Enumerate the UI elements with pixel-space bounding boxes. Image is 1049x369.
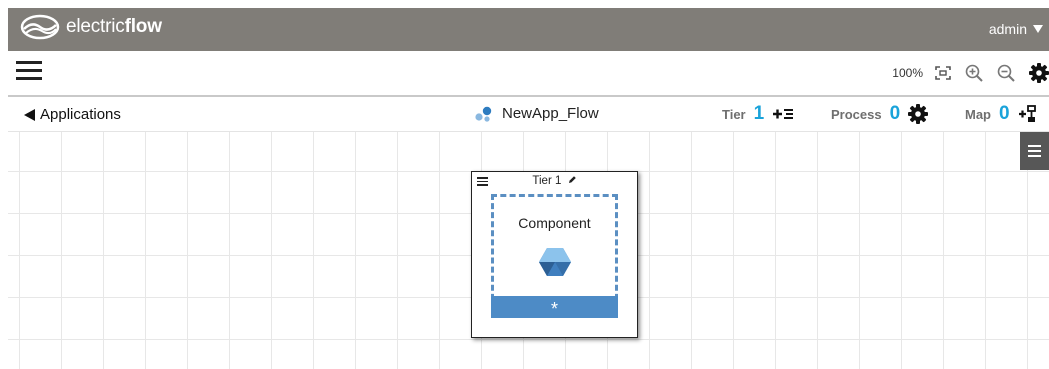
application-name: NewApp_Flow (474, 105, 599, 122)
map-count[interactable]: 0 (999, 103, 1010, 125)
component-cube-icon (539, 248, 571, 276)
map-summary: Map 0 (965, 103, 1036, 125)
tier-box[interactable]: Tier 1 Component * (471, 171, 638, 338)
settings-button[interactable] (1029, 63, 1049, 83)
tier-title: Tier 1 (472, 175, 637, 187)
application-name-text: NewApp_Flow (502, 105, 599, 122)
application-subheader: Applications NewApp_Flow Tier 1 Process … (8, 97, 1049, 132)
process-gear-icon[interactable] (908, 104, 929, 124)
process-count[interactable]: 0 (890, 103, 901, 125)
tier-summary: Tier 1 (722, 103, 794, 125)
logo-suffix: flow (124, 16, 162, 37)
tier-count[interactable]: 1 (754, 103, 765, 125)
process-summary: Process 0 (831, 103, 929, 125)
tier-title-text: Tier 1 (532, 175, 562, 187)
zoom-out-button[interactable] (997, 64, 1015, 82)
tier-label: Tier (722, 106, 746, 122)
user-menu[interactable]: admin (989, 21, 1043, 37)
toolbar-right-group: 100% (892, 51, 1049, 95)
add-component-button[interactable]: * (491, 296, 618, 319)
logo-text: electricflow (66, 16, 162, 38)
user-name: admin (988, 21, 1027, 37)
top-header-bar: electricflow admin (8, 8, 1049, 51)
zoom-level: 100% (892, 66, 923, 80)
process-label: Process (831, 106, 882, 122)
zoom-in-button[interactable] (965, 64, 983, 82)
application-icon (475, 106, 492, 122)
back-to-applications-link[interactable]: Applications (24, 106, 121, 123)
fit-screen-icon (935, 66, 951, 80)
component-label: Component (518, 215, 591, 231)
side-panel-toggle[interactable] (1020, 132, 1049, 170)
logo-prefix: electric (66, 16, 125, 37)
map-label: Map (965, 106, 991, 122)
toolbar: 100% (8, 51, 1049, 97)
add-tier-icon[interactable] (772, 106, 794, 122)
gear-icon (1029, 63, 1049, 83)
add-map-icon[interactable] (1018, 105, 1036, 123)
logo-icon (20, 14, 60, 40)
back-label: Applications (40, 106, 121, 123)
zoom-out-icon (997, 64, 1015, 82)
hamburger-menu-button[interactable] (16, 61, 42, 83)
electricflow-logo[interactable]: electricflow (20, 14, 162, 40)
zoom-in-icon (965, 64, 983, 82)
fit-screen-button[interactable] (935, 66, 951, 80)
caret-down-icon (1033, 25, 1043, 33)
back-arrow-icon (24, 108, 35, 121)
edit-pencil-icon[interactable] (568, 175, 577, 184)
